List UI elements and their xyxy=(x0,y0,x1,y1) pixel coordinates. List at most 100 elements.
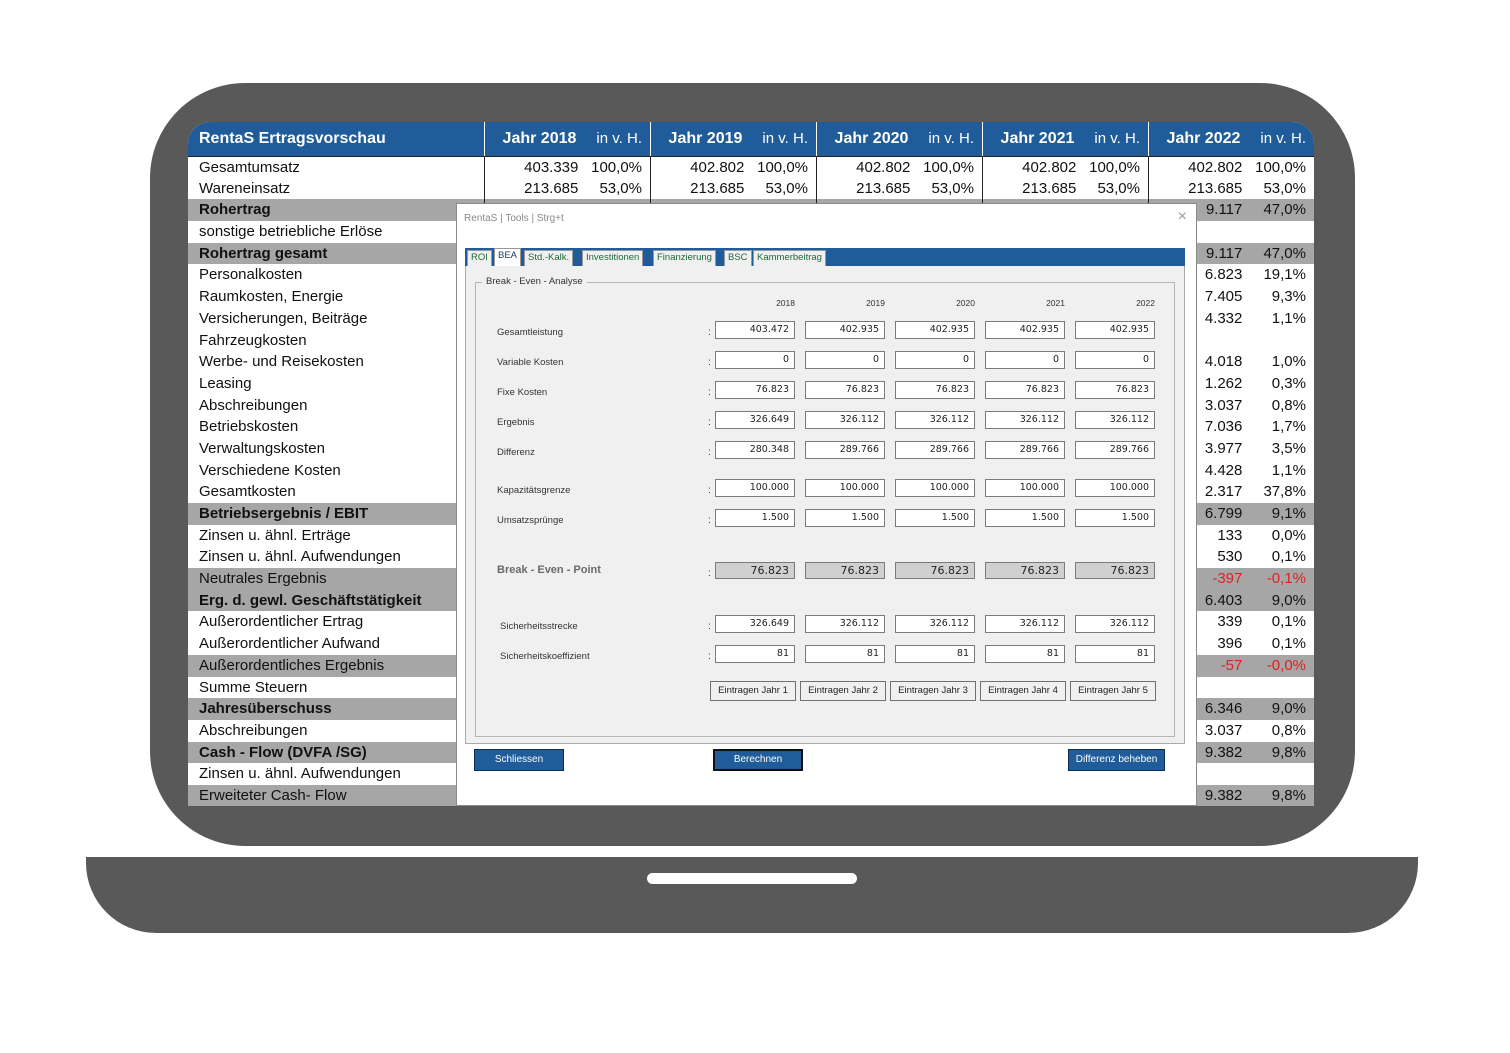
year-cell: 402.802 100,0% xyxy=(982,157,1148,178)
year-column-label: 2020 xyxy=(956,298,975,308)
bea-input[interactable]: 81 xyxy=(895,645,975,663)
bea-input[interactable]: 289.766 xyxy=(985,441,1065,459)
row-label: Werbe- und Reisekosten xyxy=(199,353,364,371)
bea-input[interactable]: 81 xyxy=(1075,645,1155,663)
bea-input[interactable]: 326.112 xyxy=(1075,615,1155,633)
tab-bsc[interactable]: BSC xyxy=(724,250,752,266)
cell-percent: 100,0% xyxy=(757,159,808,176)
year-cell: 213.685 53,0% xyxy=(816,177,982,200)
bea-row-label: Ergebnis xyxy=(497,417,535,428)
bea-input[interactable]: 1.500 xyxy=(1075,509,1155,527)
cell-value: 403.339 xyxy=(524,159,579,176)
bea-input[interactable]: 403.472 xyxy=(715,321,795,339)
bea-input[interactable]: 326.112 xyxy=(805,411,885,429)
close-button[interactable]: Schliessen xyxy=(474,749,564,771)
bea-input[interactable]: 0 xyxy=(895,351,975,369)
bea-input[interactable]: 0 xyxy=(985,351,1065,369)
bea-input[interactable]: 402.935 xyxy=(805,321,885,339)
row-label: Betriebsergebnis / EBIT xyxy=(199,505,369,522)
enter-year-button[interactable]: Eintragen Jahr 2 xyxy=(800,681,886,701)
row-label: Neutrales Ergebnis xyxy=(199,570,327,588)
bea-input[interactable]: 289.766 xyxy=(895,441,975,459)
bep-value: 76.823 xyxy=(715,562,795,579)
calculate-button[interactable]: Berechnen xyxy=(713,749,803,771)
bea-input[interactable]: 402.935 xyxy=(1075,321,1155,339)
cell-percent: 9,0% xyxy=(1271,591,1306,609)
bea-input[interactable]: 326.112 xyxy=(1075,411,1155,429)
bea-input[interactable]: 289.766 xyxy=(805,441,885,459)
bea-input[interactable]: 81 xyxy=(805,645,885,663)
cell-percent: 100,0% xyxy=(1089,159,1140,176)
row-label: sonstige betriebliche Erlöse xyxy=(199,223,383,241)
close-icon[interactable]: × xyxy=(1178,208,1187,226)
cell-percent: 3,5% xyxy=(1271,439,1306,457)
bea-input[interactable]: 81 xyxy=(985,645,1065,663)
bea-input[interactable]: 326.649 xyxy=(715,411,795,429)
bea-input[interactable]: 76.823 xyxy=(1075,381,1155,399)
bea-input[interactable]: 402.935 xyxy=(985,321,1065,339)
tab-kammerbeitrag[interactable]: Kammerbeitrag xyxy=(753,250,826,266)
bea-input[interactable]: 326.112 xyxy=(805,615,885,633)
cell-percent: 0,8% xyxy=(1271,721,1306,739)
pct-label: in v. H. xyxy=(1260,130,1306,147)
bea-input[interactable]: 81 xyxy=(715,645,795,663)
row-label: Personalkosten xyxy=(199,266,303,284)
fix-difference-button[interactable]: Differenz beheben xyxy=(1068,749,1165,771)
bep-value: 76.823 xyxy=(1075,562,1155,579)
tab-investitionen[interactable]: Investitionen xyxy=(582,250,644,266)
bea-input[interactable]: 402.935 xyxy=(895,321,975,339)
tab-roi[interactable]: ROI xyxy=(467,250,492,266)
tab-panel: Break - Even - Analyse 2018 2019 2020 2021 2… xyxy=(465,266,1185,744)
year-header: Jahr 2020 in v. H. xyxy=(816,122,982,156)
bea-input[interactable]: 1.500 xyxy=(715,509,795,527)
cell-percent: 1,1% xyxy=(1271,461,1306,479)
bea-input[interactable]: 76.823 xyxy=(985,381,1065,399)
cell-percent xyxy=(1248,763,1314,785)
cell-value: 402.802 xyxy=(1188,159,1243,176)
bea-input[interactable]: 100.000 xyxy=(895,479,975,497)
bea-input[interactable]: 1.500 xyxy=(985,509,1065,527)
row-label: Summe Steuern xyxy=(199,678,308,696)
bea-input[interactable]: 100.000 xyxy=(805,479,885,497)
tab-finanzierung[interactable]: Finanzierung xyxy=(653,250,716,266)
tab-bea[interactable]: BEA xyxy=(494,248,522,266)
tab-std-kalk[interactable]: Std.-Kalk. xyxy=(524,250,574,266)
enter-year-button[interactable]: Eintragen Jahr 3 xyxy=(890,681,976,701)
bea-input[interactable]: 280.348 xyxy=(715,441,795,459)
row-label: Verschiedene Kosten xyxy=(199,461,341,479)
bea-input[interactable]: 76.823 xyxy=(895,381,975,399)
cell-percent: 37,8% xyxy=(1263,483,1306,501)
year-cell: 402.802 100,0% xyxy=(1148,157,1314,178)
row-label: Rohertrag xyxy=(199,201,271,219)
bea-input[interactable]: 1.500 xyxy=(895,509,975,527)
row-label: Außerordentliches Ergebnis xyxy=(199,656,385,674)
colon-separator: : xyxy=(708,417,711,428)
row-label: Jahresüberschuss xyxy=(199,700,332,718)
bea-row-label: Gesamtleistung xyxy=(497,327,564,338)
enter-year-button[interactable]: Eintragen Jahr 5 xyxy=(1070,681,1156,701)
bea-input[interactable]: 1.500 xyxy=(805,509,885,527)
bea-input[interactable]: 326.112 xyxy=(895,615,975,633)
bea-input[interactable]: 100.000 xyxy=(715,479,795,497)
bea-input[interactable]: 100.000 xyxy=(1075,479,1155,497)
bea-input[interactable]: 0 xyxy=(1075,351,1155,369)
bea-row-label: Umsatzsprünge xyxy=(497,515,564,526)
bea-input[interactable]: 100.000 xyxy=(985,479,1065,497)
bea-input[interactable]: 326.112 xyxy=(985,615,1065,633)
colon-separator: : xyxy=(708,357,711,368)
year-label: Jahr 2020 xyxy=(834,130,909,147)
bea-input[interactable]: 0 xyxy=(805,351,885,369)
bea-input[interactable]: 326.112 xyxy=(895,411,975,429)
row-label: Gesamtumsatz xyxy=(199,159,300,176)
enter-year-button[interactable]: Eintragen Jahr 4 xyxy=(980,681,1066,701)
bea-input[interactable]: 76.823 xyxy=(715,381,795,399)
bea-input[interactable]: 76.823 xyxy=(805,381,885,399)
bea-input[interactable]: 326.112 xyxy=(985,411,1065,429)
year-cell: 213.685 53,0% xyxy=(982,177,1148,200)
year-header: Jahr 2018 in v. H. xyxy=(484,122,650,156)
bea-input[interactable]: 326.649 xyxy=(715,615,795,633)
bea-input[interactable]: 0 xyxy=(715,351,795,369)
enter-year-button[interactable]: Eintragen Jahr 1 xyxy=(710,681,796,701)
cell-value: 402.802 xyxy=(856,159,911,176)
bea-input[interactable]: 289.766 xyxy=(1075,441,1155,459)
